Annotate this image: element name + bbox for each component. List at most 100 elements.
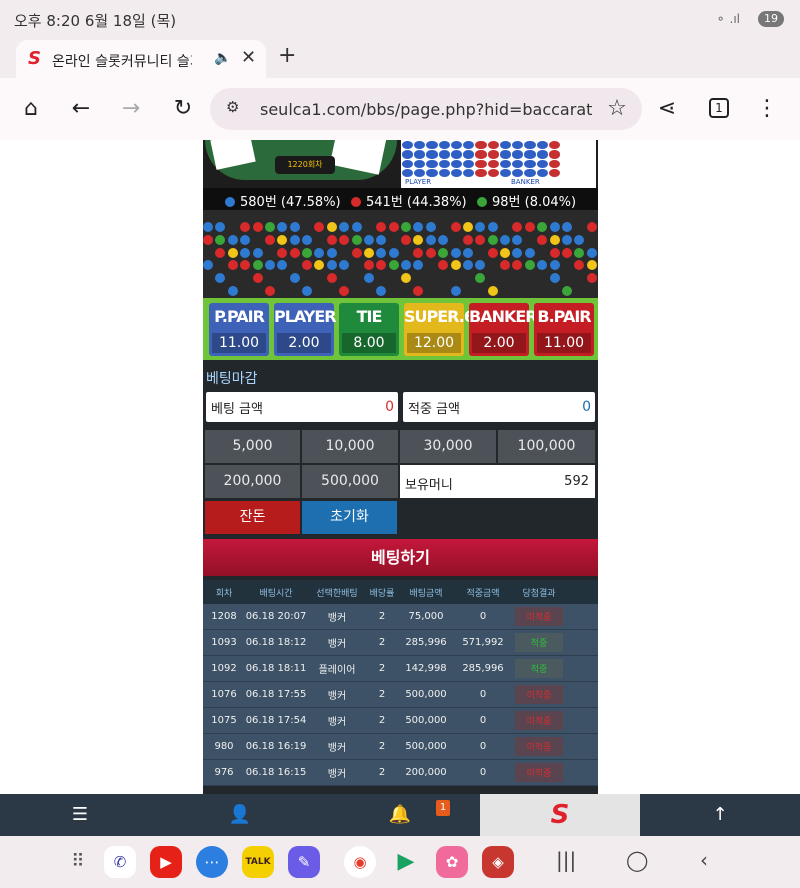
roadmap-cell xyxy=(414,159,426,168)
payout-bpair-button[interactable]: B.PAIR 11.00 xyxy=(534,303,594,356)
bead-cell xyxy=(203,234,213,245)
bead-cell xyxy=(549,273,560,284)
roadmap-cell xyxy=(438,141,450,150)
bead-cell xyxy=(475,273,486,284)
speaker-icon[interactable]: 🔈 xyxy=(214,50,231,66)
chip-200000-button[interactable]: 200,000 xyxy=(205,465,300,498)
signal-icon: ⚬ .ıl xyxy=(715,12,740,26)
reset-button[interactable]: 초기화 xyxy=(302,501,397,534)
bead-cell xyxy=(438,222,448,232)
bead-cell xyxy=(488,273,498,283)
table-row: 1208 06.18 20:07 뱅커 2 75,000 0 미적중 xyxy=(203,604,598,630)
payout-ppair-button[interactable]: P.PAIR 11.00 xyxy=(209,303,269,356)
bead-cell xyxy=(252,222,263,232)
payout-name: BANKER xyxy=(469,307,538,326)
table-row: 1075 06.18 17:54 뱅커 2 500,000 0 미적중 xyxy=(203,708,598,734)
bead-cell xyxy=(314,222,325,232)
site-settings-icon[interactable]: ⚙ xyxy=(226,98,239,116)
site-logo-icon[interactable]: S xyxy=(480,794,640,836)
payout-tie-button[interactable]: TIE 8.00 xyxy=(339,303,399,356)
bead-cell xyxy=(277,273,287,283)
table-cell: 2 xyxy=(378,767,386,778)
change-button[interactable]: 잔돈 xyxy=(205,501,300,534)
win-amount-label: 적중 금액 xyxy=(408,402,460,417)
bead-cell xyxy=(351,247,362,258)
bead-cell xyxy=(351,234,362,245)
home-circle-icon[interactable]: ◯ xyxy=(626,848,648,872)
chip-10000-button[interactable]: 10,000 xyxy=(302,430,398,463)
game-app-icon[interactable]: ◈ xyxy=(482,846,514,878)
tab-switcher-button[interactable]: 1 xyxy=(709,98,729,118)
share-icon[interactable]: ⋖ xyxy=(652,94,682,124)
place-bet-button[interactable]: 베팅하기 xyxy=(203,539,598,576)
recents-icon[interactable]: ||| xyxy=(556,848,576,872)
roadmap-cell xyxy=(463,150,475,159)
kakaotalk-app-icon[interactable]: TALK xyxy=(242,846,274,878)
forward-icon[interactable]: → xyxy=(116,94,146,124)
bead-cell xyxy=(438,247,449,258)
holding-money-field: 보유머니 592 xyxy=(400,465,595,498)
bead-cell xyxy=(289,222,300,232)
roadmap-cell xyxy=(548,159,560,168)
chip-30000-button[interactable]: 30,000 xyxy=(400,430,496,463)
new-tab-icon[interactable]: + xyxy=(278,43,296,68)
game-banner: 1220회차 PLAYER BANKER xyxy=(203,140,598,188)
app-drawer-icon[interactable]: ⠿ xyxy=(62,846,94,878)
bead-cell xyxy=(314,247,325,258)
bead-cell xyxy=(561,234,572,245)
back-icon[interactable]: ← xyxy=(66,94,96,124)
payout-banker-button[interactable]: BANKER 2.00 xyxy=(469,303,538,356)
close-tab-icon[interactable]: ✕ xyxy=(241,47,256,68)
play-store-app-icon[interactable]: ▶ xyxy=(390,846,422,878)
home-icon[interactable]: ⌂ xyxy=(16,94,46,124)
payout-player-button[interactable]: PLAYER 2.00 xyxy=(274,303,337,356)
payout-odds: 11.00 xyxy=(212,333,266,353)
payout-name: P.PAIR xyxy=(214,307,265,326)
user-icon[interactable]: 👤 xyxy=(160,794,320,836)
round-label: 1220회차 xyxy=(275,156,335,174)
menu-dots-icon[interactable]: ⋮ xyxy=(752,94,782,124)
roadmap-cell xyxy=(512,168,524,177)
bead-cell xyxy=(363,234,374,245)
bead-cell xyxy=(388,260,399,271)
bead-cell xyxy=(425,234,436,245)
chip-500000-button[interactable]: 500,000 xyxy=(302,465,398,498)
bead-cell xyxy=(363,273,374,284)
chrome-app-icon[interactable]: ◉ xyxy=(344,846,376,878)
baccarat-panel: 1220회차 PLAYER BANKER 580번 (47.58%) 541번 … xyxy=(203,140,598,794)
chip-100000-button[interactable]: 100,000 xyxy=(498,430,595,463)
bead-cell xyxy=(425,222,436,232)
card-icon xyxy=(210,140,256,170)
table-cell: 0 xyxy=(479,715,487,726)
scroll-top-icon[interactable]: ↑ xyxy=(640,794,800,836)
table-cell: 뱅커 xyxy=(327,743,347,754)
bead-cell xyxy=(252,273,263,284)
bead-cell xyxy=(451,235,461,245)
payout-super6-button[interactable]: SUPER.6 12.00 xyxy=(404,303,475,356)
bet-amount-value: 0 xyxy=(385,399,394,415)
table-cell: 500,000 xyxy=(405,715,447,726)
payout-odds: 2.00 xyxy=(472,333,526,353)
bell-icon[interactable]: 🔔 xyxy=(320,794,480,836)
back-chevron-icon[interactable]: ‹ xyxy=(700,848,708,872)
roadmap-cell xyxy=(450,168,463,177)
menu-icon[interactable]: ☰ xyxy=(0,794,160,836)
bookmark-star-icon[interactable]: ☆ xyxy=(602,94,632,124)
bead-cell xyxy=(376,286,387,297)
browser-tab[interactable]: S 온라인 슬롯커뮤니티 슬기로 🔈 ✕ xyxy=(16,40,266,78)
roadmap-cell xyxy=(536,168,548,177)
bead-cell xyxy=(240,260,251,271)
bead-cell xyxy=(549,247,560,258)
reload-icon[interactable]: ↻ xyxy=(168,94,198,124)
messages-app-icon[interactable]: ⋯ xyxy=(196,846,228,878)
payout-odds: 8.00 xyxy=(342,333,396,353)
youtube-app-icon[interactable]: ▶ xyxy=(150,846,182,878)
bead-road xyxy=(203,210,598,298)
bead-cell xyxy=(425,247,436,258)
notes-app-icon[interactable]: ✎ xyxy=(288,846,320,878)
chip-5000-button[interactable]: 5,000 xyxy=(205,430,300,463)
bead-cell xyxy=(364,286,374,296)
address-bar[interactable]: ⚙ seulca1.com/bbs/page.php?hid=baccarat xyxy=(210,88,642,130)
gallery-app-icon[interactable]: ✿ xyxy=(436,846,468,878)
phone-app-icon[interactable]: ✆ xyxy=(104,846,136,878)
